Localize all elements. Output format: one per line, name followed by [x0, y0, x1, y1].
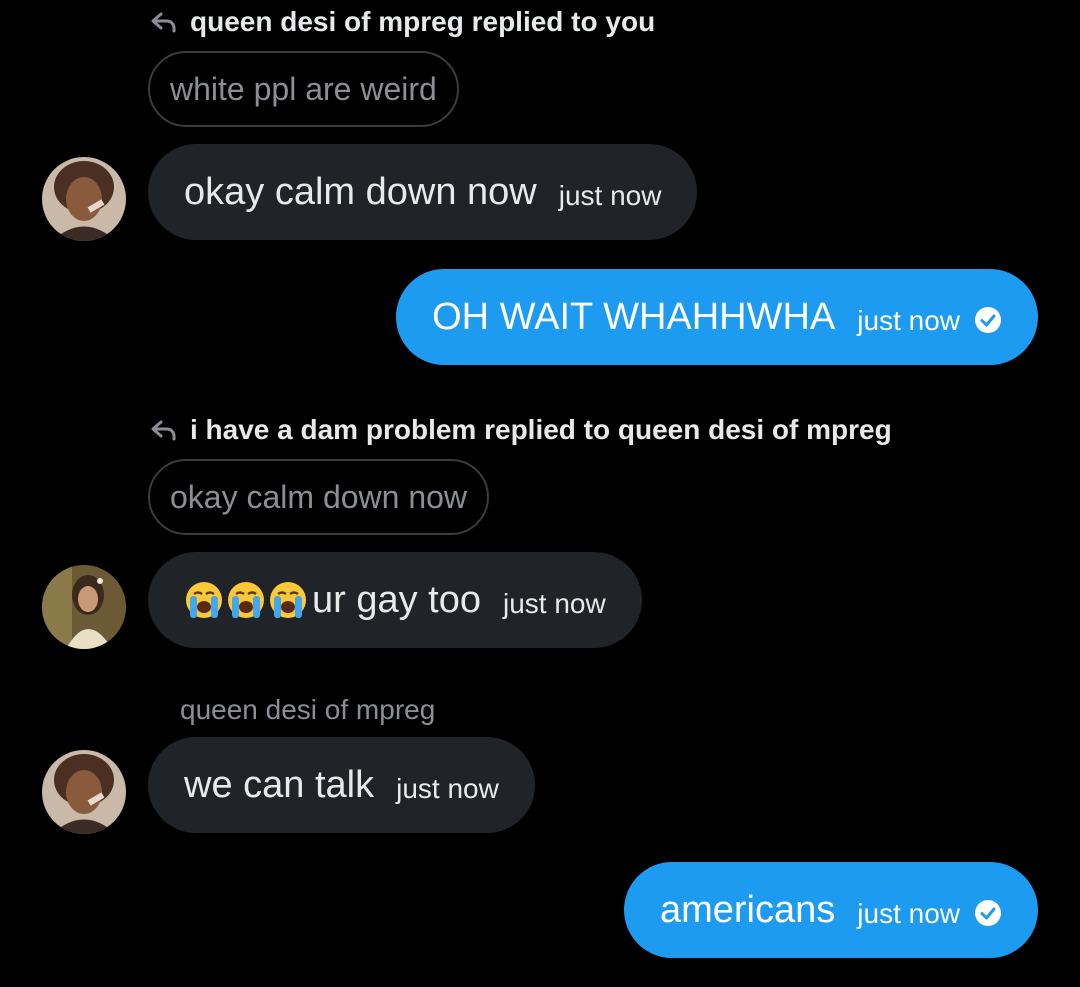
outgoing-message[interactable]: OH WAIT WHAHHWHA just now [396, 269, 1038, 365]
message-timestamp: just now [396, 773, 499, 804]
sent-check-icon [974, 893, 1002, 927]
reply-arrow-icon [148, 414, 180, 446]
reply-arrow-icon [148, 6, 180, 38]
reply-indicator-label: queen desi of mpreg replied to you [190, 6, 656, 37]
sent-check-icon [974, 300, 1002, 334]
quoted-message-text: white ppl are weird [170, 70, 437, 107]
quoted-message[interactable]: okay calm down now [148, 459, 490, 535]
incoming-message[interactable]: ur gay too just now [148, 552, 642, 648]
reply-indicator-label: i have a dam problem replied to queen de… [190, 414, 892, 445]
message-text: americans [659, 888, 836, 931]
message-text: we can talk [184, 763, 375, 806]
reply-indicator: i have a dam problem replied to queen de… [148, 410, 892, 450]
emoji-group [184, 580, 310, 620]
loudly-crying-face-icon [184, 580, 224, 620]
message-text: OH WAIT WHAHHWHA [432, 295, 836, 338]
outgoing-message[interactable]: americans just now [623, 862, 1038, 958]
loudly-crying-face-icon [268, 580, 308, 620]
avatar[interactable] [42, 565, 126, 649]
quoted-message[interactable]: white ppl are weird [148, 51, 459, 127]
quoted-message-text: okay calm down now [170, 478, 468, 515]
avatar[interactable] [42, 750, 126, 834]
message-text: ur gay too [312, 578, 481, 621]
message-text: okay calm down now [184, 170, 537, 213]
loudly-crying-face-icon [226, 580, 266, 620]
reply-indicator: queen desi of mpreg replied to you [148, 2, 655, 42]
message-timestamp: just now [503, 588, 606, 619]
avatar[interactable] [42, 157, 126, 241]
message-timestamp: just now [857, 305, 960, 336]
incoming-message[interactable]: okay calm down now just now [148, 144, 698, 240]
sender-name: queen desi of mpreg [180, 694, 436, 725]
message-timestamp: just now [558, 180, 662, 211]
incoming-message[interactable]: we can talk just now [148, 737, 535, 833]
message-timestamp: just now [857, 898, 960, 929]
